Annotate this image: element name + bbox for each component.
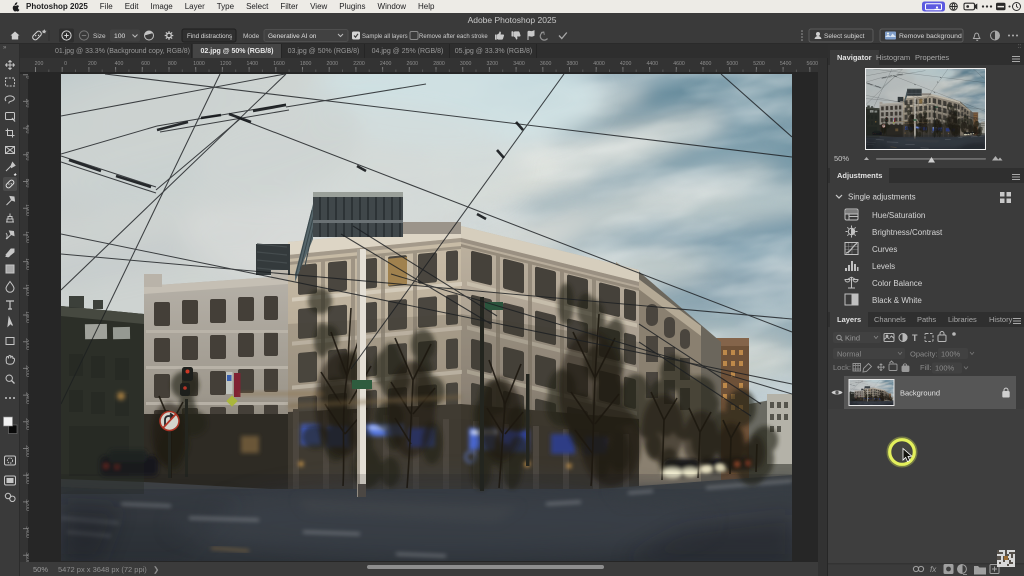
svg-text:Single adjustments: Single adjustments [848, 193, 916, 202]
svg-text:3000: 3000 [460, 61, 472, 67]
svg-text:1000: 1000 [24, 204, 29, 216]
svg-text:1200: 1200 [24, 231, 29, 243]
svg-text:4600: 4600 [673, 61, 685, 67]
svg-text:Curves: Curves [872, 245, 897, 254]
svg-text:Sample all layers: Sample all layers [362, 34, 408, 40]
svg-text:0: 0 [24, 76, 29, 79]
svg-text:5600: 5600 [807, 61, 818, 67]
svg-text:3200: 3200 [24, 499, 29, 511]
svg-text:2400: 2400 [24, 392, 29, 404]
svg-text:Background: Background [900, 389, 940, 398]
svg-text:Brightness/Contrast: Brightness/Contrast [872, 228, 943, 237]
svg-text:Find distractions: Find distractions [187, 33, 232, 40]
svg-text:1400: 1400 [247, 61, 259, 67]
svg-text:fx: fx [930, 565, 937, 574]
svg-text:Generative AI on: Generative AI on [268, 33, 317, 40]
svg-text:2600: 2600 [24, 418, 29, 430]
svg-text:5200: 5200 [753, 61, 765, 67]
svg-text:1800: 1800 [300, 61, 312, 67]
svg-text:2800: 2800 [433, 61, 445, 67]
svg-text:Mode: Mode [243, 33, 260, 40]
svg-text:5000: 5000 [727, 61, 739, 67]
svg-text:100%: 100% [941, 350, 961, 359]
svg-text:0: 0 [64, 61, 67, 67]
svg-text:50%: 50% [834, 154, 849, 163]
svg-text:Opacity:: Opacity: [910, 350, 938, 359]
svg-text:100: 100 [114, 33, 126, 40]
svg-text:T: T [912, 333, 918, 343]
svg-text:1600: 1600 [24, 284, 29, 296]
svg-text:1200: 1200 [220, 61, 232, 67]
svg-text:200: 200 [24, 99, 29, 108]
svg-text:4000: 4000 [593, 61, 605, 67]
svg-text:Color Balance: Color Balance [872, 279, 923, 288]
svg-text:Black & White: Black & White [872, 296, 922, 305]
svg-text:600: 600 [141, 61, 150, 67]
svg-text:Levels: Levels [872, 262, 895, 271]
svg-text:200: 200 [88, 61, 97, 67]
svg-text:400: 400 [115, 61, 124, 67]
svg-text:Fill:: Fill: [920, 363, 932, 372]
svg-text:2800: 2800 [24, 445, 29, 457]
svg-text:3400: 3400 [24, 526, 29, 538]
svg-text:4400: 4400 [647, 61, 659, 67]
svg-text:800: 800 [168, 61, 177, 67]
svg-text:Kind: Kind [845, 334, 860, 343]
svg-text:1600: 1600 [273, 61, 285, 67]
svg-text:Normal: Normal [837, 350, 862, 359]
svg-text:Lock:: Lock: [833, 363, 851, 372]
svg-text:Size: Size [93, 33, 106, 40]
svg-text:Select subject: Select subject [824, 33, 865, 40]
svg-text:800: 800 [24, 179, 29, 188]
svg-text:3600: 3600 [540, 61, 552, 67]
svg-text:3000: 3000 [24, 472, 29, 484]
svg-text:1400: 1400 [24, 258, 29, 270]
svg-text:Remove background: Remove background [899, 33, 962, 40]
svg-text:400: 400 [24, 125, 29, 134]
svg-text:600: 600 [24, 152, 29, 161]
svg-text:2000: 2000 [327, 61, 339, 67]
svg-text:4200: 4200 [620, 61, 632, 67]
svg-text:100%: 100% [935, 364, 955, 373]
svg-text:5400: 5400 [780, 61, 792, 67]
svg-text:2000: 2000 [24, 338, 29, 350]
svg-text:2400: 2400 [380, 61, 392, 67]
svg-text:3200: 3200 [487, 61, 499, 67]
svg-text:2200: 2200 [24, 365, 29, 377]
svg-text:2600: 2600 [407, 61, 419, 67]
svg-text:200: 200 [35, 61, 44, 67]
svg-text:3800: 3800 [567, 61, 579, 67]
svg-text:1800: 1800 [24, 311, 29, 323]
svg-text:3400: 3400 [513, 61, 525, 67]
svg-text:1000: 1000 [193, 61, 205, 67]
svg-text:Remove after each stroke: Remove after each stroke [419, 34, 488, 40]
svg-text:4800: 4800 [700, 61, 712, 67]
svg-text:2200: 2200 [353, 61, 365, 67]
svg-text:Hue/Saturation: Hue/Saturation [872, 211, 925, 220]
